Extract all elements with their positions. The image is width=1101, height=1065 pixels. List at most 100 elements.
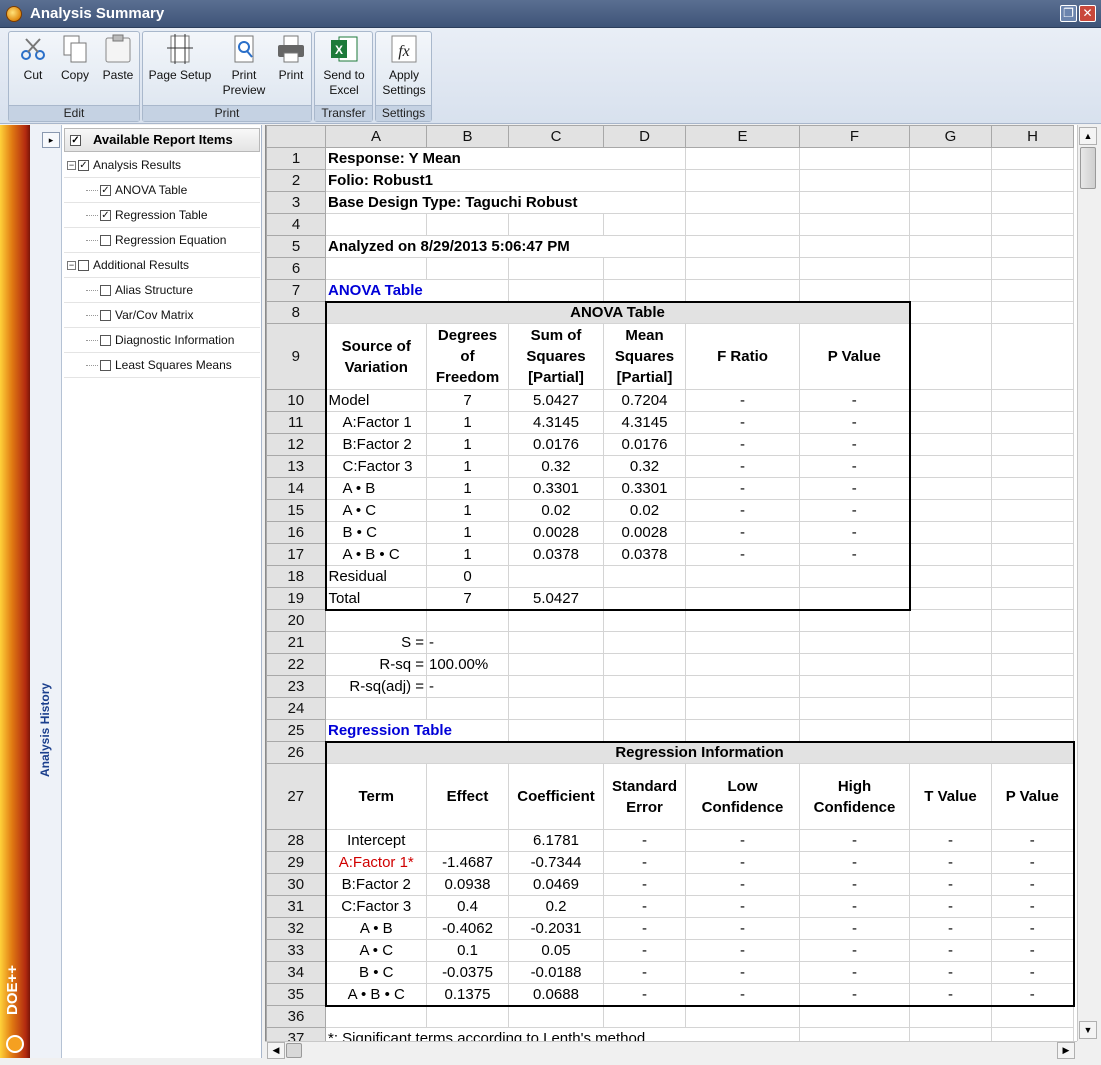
cell[interactable] <box>991 279 1074 302</box>
anova-cell[interactable]: - <box>799 389 911 412</box>
cell[interactable] <box>426 697 509 720</box>
anova-cell[interactable]: - <box>799 411 911 434</box>
regression-cell[interactable]: - <box>991 895 1075 918</box>
regression-column-header[interactable]: Coefficient <box>508 763 604 830</box>
row-header[interactable]: 28 <box>266 829 326 852</box>
cell[interactable] <box>799 169 910 192</box>
regression-cell[interactable]: - <box>991 873 1075 896</box>
regression-column-header[interactable]: Standard Error <box>603 763 686 830</box>
cell[interactable] <box>685 631 800 654</box>
cell[interactable] <box>685 697 800 720</box>
regression-cell[interactable]: - <box>991 851 1075 874</box>
cell[interactable] <box>426 1005 509 1028</box>
cell[interactable] <box>603 697 686 720</box>
page-setup-button[interactable]: Page Setup <box>147 34 213 83</box>
regression-cell[interactable]: Intercept <box>324 829 427 852</box>
regression-column-header[interactable]: Effect <box>426 763 509 830</box>
anova-cell[interactable] <box>603 565 686 588</box>
regression-cell[interactable]: - <box>991 961 1075 984</box>
cell[interactable] <box>603 653 686 676</box>
checkbox-unchecked-icon[interactable] <box>100 335 111 347</box>
regression-column-header[interactable]: Low Confidence <box>685 763 800 830</box>
regression-cell[interactable]: - <box>909 895 992 918</box>
cell[interactable] <box>426 213 509 236</box>
row-header[interactable]: 2 <box>266 169 326 192</box>
row-header[interactable]: 14 <box>266 477 326 500</box>
cell[interactable] <box>325 609 427 632</box>
cell[interactable] <box>508 697 604 720</box>
tree-item-least-squares-means[interactable]: Least Squares Means <box>64 353 260 378</box>
cell[interactable] <box>909 257 992 280</box>
anova-cell[interactable]: - <box>685 389 800 412</box>
row-header[interactable]: 33 <box>266 939 326 962</box>
row-header[interactable]: 11 <box>266 411 326 434</box>
cell[interactable] <box>685 213 800 236</box>
cell[interactable] <box>909 609 992 632</box>
lenth-footnote[interactable]: *: Significant terms according to Lenth'… <box>325 1027 800 1041</box>
row-header[interactable]: 21 <box>266 631 326 654</box>
row-header[interactable]: 15 <box>266 499 326 522</box>
row-header[interactable]: 30 <box>266 873 326 896</box>
row-header[interactable]: 23 <box>266 675 326 698</box>
print-preview-button[interactable]: Print Preview <box>219 34 269 98</box>
cell[interactable] <box>685 1005 800 1028</box>
restore-button[interactable]: ❐ <box>1060 5 1077 22</box>
regression-cell[interactable]: - <box>685 895 800 918</box>
rsq-label[interactable]: R-sq = <box>325 653 427 676</box>
anova-column-header[interactable]: Mean Squares [Partial] <box>603 323 686 390</box>
regression-column-header[interactable]: P Value <box>991 763 1075 830</box>
row-header[interactable]: 22 <box>266 653 326 676</box>
anova-cell[interactable]: 1 <box>426 433 509 456</box>
cell[interactable] <box>603 609 686 632</box>
cell[interactable] <box>799 609 910 632</box>
cell[interactable] <box>685 235 800 258</box>
anova-cell[interactable]: 7 <box>426 587 509 611</box>
regression-cell[interactable]: - <box>799 939 910 962</box>
cell[interactable] <box>909 411 992 434</box>
cell[interactable] <box>799 697 910 720</box>
regression-cell[interactable]: - <box>603 917 686 940</box>
scroll-thumb[interactable] <box>1080 147 1096 189</box>
regression-cell[interactable]: - <box>799 829 910 852</box>
column-header[interactable]: E <box>685 125 800 148</box>
checkbox-checked-icon[interactable]: ✓ <box>100 185 111 197</box>
cell[interactable] <box>909 1005 992 1028</box>
scroll-up-icon[interactable]: ▲ <box>1079 127 1097 145</box>
cell[interactable] <box>909 235 992 258</box>
anova-cell[interactable]: 0.02 <box>603 499 686 522</box>
cell[interactable] <box>603 257 686 280</box>
row-header[interactable]: 12 <box>266 433 326 456</box>
cell[interactable] <box>909 169 992 192</box>
row-header[interactable]: 1 <box>266 147 326 170</box>
tree-item-analysis-results[interactable]: − ✓ Analysis Results <box>64 153 260 178</box>
anova-cell[interactable]: A:Factor 1 <box>324 411 427 434</box>
cell[interactable] <box>685 191 800 214</box>
checkbox-checked-icon[interactable]: ✓ <box>70 135 81 147</box>
regression-cell[interactable]: - <box>909 829 992 852</box>
anova-cell[interactable]: A • B <box>324 477 427 500</box>
cell[interactable] <box>799 1005 910 1028</box>
regression-cell[interactable]: - <box>603 851 686 874</box>
cell[interactable] <box>991 323 1074 390</box>
horizontal-scrollbar[interactable]: ◀ ▶ <box>265 1041 1077 1059</box>
regression-cell[interactable]: 0.2 <box>508 895 604 918</box>
cell[interactable] <box>991 675 1074 698</box>
cell[interactable] <box>909 433 992 456</box>
checkbox-unchecked-icon[interactable] <box>100 360 111 372</box>
tree-item-regression-table[interactable]: ✓ Regression Table <box>64 203 260 228</box>
checkbox-checked-icon[interactable]: ✓ <box>100 210 111 222</box>
cell[interactable] <box>991 411 1074 434</box>
row-header[interactable]: 13 <box>266 455 326 478</box>
regression-cell[interactable]: -0.2031 <box>508 917 604 940</box>
regression-cell[interactable]: - <box>603 873 686 896</box>
scroll-thumb[interactable] <box>286 1043 302 1058</box>
anova-cell[interactable]: 0.3301 <box>603 477 686 500</box>
regression-cell[interactable]: B • C <box>324 961 427 984</box>
cell[interactable] <box>508 653 604 676</box>
column-header[interactable]: F <box>799 125 910 148</box>
cell[interactable] <box>508 1005 604 1028</box>
anova-cell[interactable]: - <box>685 411 800 434</box>
anova-cell[interactable]: 0.0378 <box>508 543 604 566</box>
row-header[interactable]: 8 <box>266 301 326 324</box>
regression-cell[interactable]: 0.05 <box>508 939 604 962</box>
